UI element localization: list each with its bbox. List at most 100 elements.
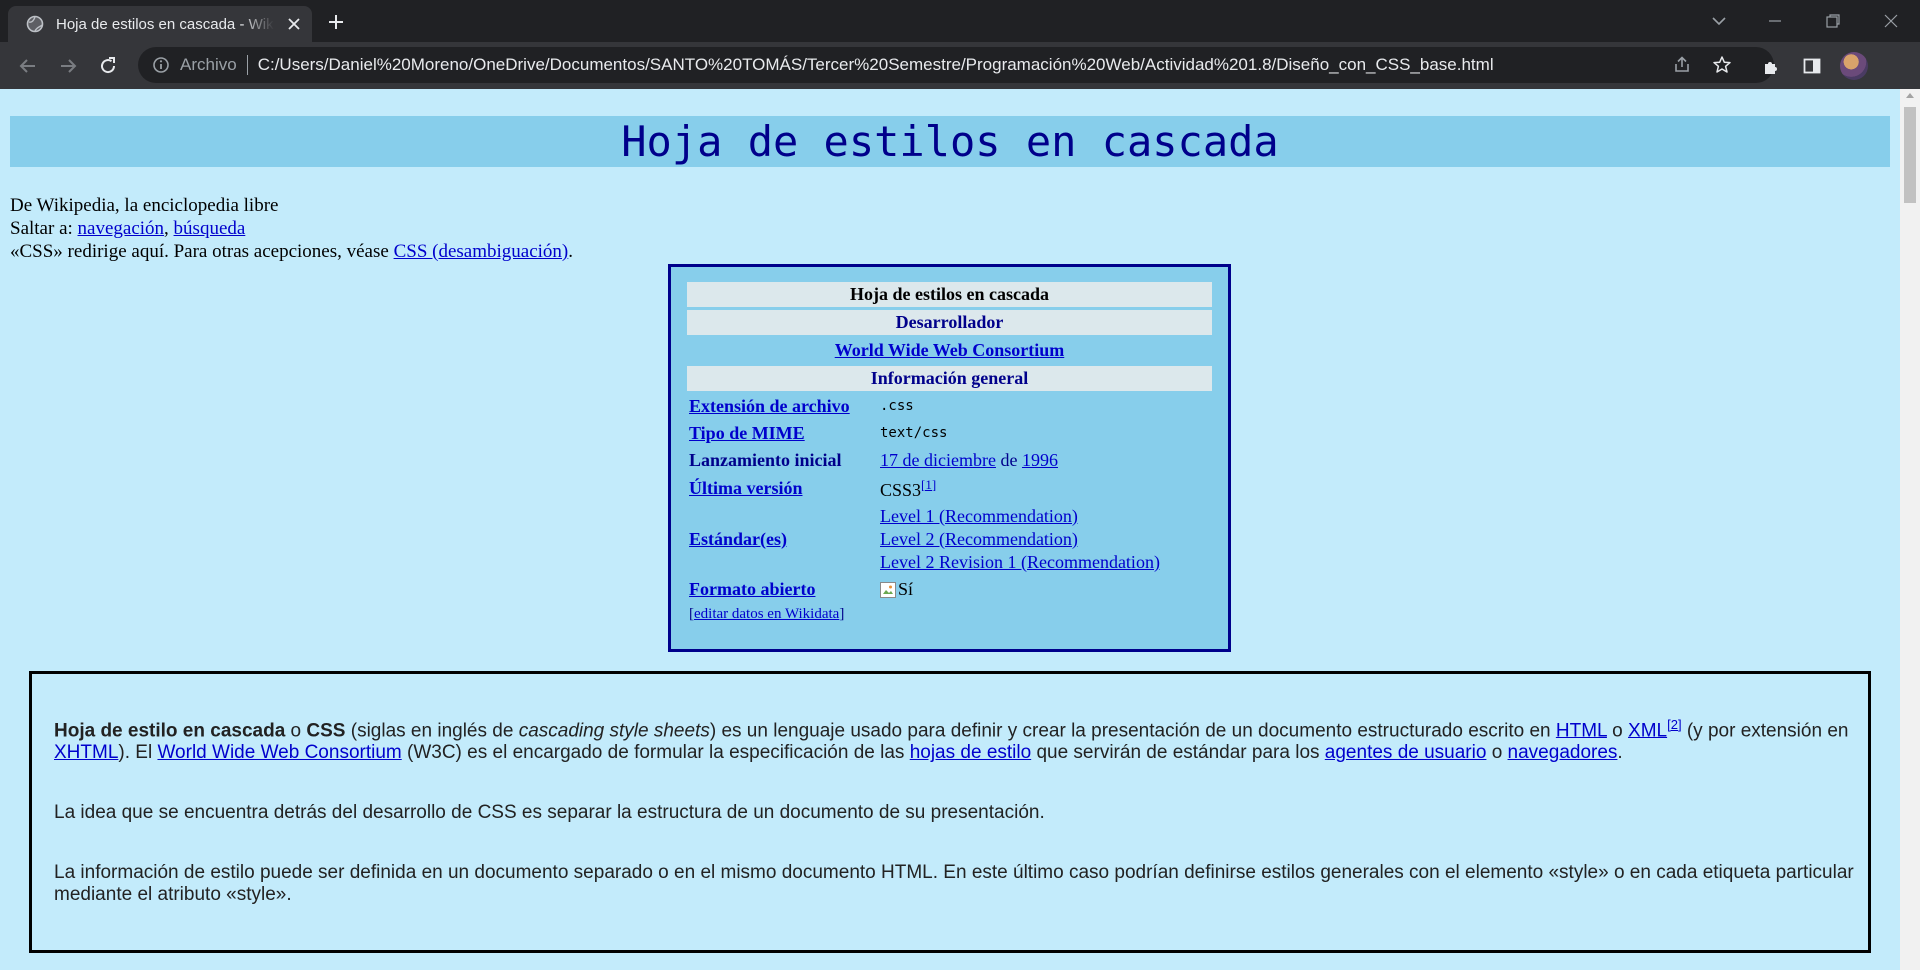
- infobox: Hoja de estilos en cascada Desarrollador…: [668, 264, 1231, 652]
- url-text[interactable]: C:/Users/Daniel%20Moreno/OneDrive/Docume…: [258, 55, 1494, 75]
- open-format-text: Sí: [898, 579, 914, 599]
- page-scrollbar[interactable]: [1900, 89, 1920, 970]
- edit-bracket-close: ]: [839, 606, 845, 622]
- wikidata-edit: [editar datos en Wikidata]: [687, 606, 1212, 623]
- launch-value: 17 de diciembre de 1996: [880, 450, 1058, 471]
- skip-navigation-link[interactable]: navegación: [78, 218, 165, 239]
- intro-source: De Wikipedia, la enciclopedia libre: [10, 195, 279, 216]
- infobox-developer-header: Desarrollador: [687, 310, 1212, 335]
- version-label-link[interactable]: Última versión: [689, 478, 802, 498]
- reload-icon[interactable]: [96, 54, 120, 78]
- skip-separator: ,: [164, 218, 174, 239]
- text-span: o: [285, 720, 307, 742]
- term-italic: cascading style sheets: [518, 720, 710, 742]
- open-format-label-link[interactable]: Formato abierto: [689, 579, 815, 599]
- extension-value: .css: [880, 398, 914, 414]
- launch-de: de: [995, 449, 1022, 470]
- text-span: (W3C) es el encargado de formular la esp…: [401, 742, 910, 764]
- minimize-icon[interactable]: [1764, 10, 1786, 32]
- browser-toolbar: Archivo C:/Users/Daniel%20Moreno/OneDriv…: [0, 42, 1920, 89]
- open-format-value: Sí: [880, 579, 913, 600]
- window-close-icon[interactable]: [1880, 10, 1902, 32]
- info-icon[interactable]: [152, 56, 170, 74]
- stylesheets-link[interactable]: hojas de estilo: [910, 742, 1031, 763]
- intro-block: De Wikipedia, la enciclopedia libre Salt…: [10, 194, 573, 263]
- page-title: Hoja de estilos en cascada: [10, 116, 1890, 167]
- mime-label-link[interactable]: Tipo de MIME: [689, 423, 805, 443]
- scroll-up-arrow-icon[interactable]: [1906, 93, 1914, 98]
- term-bold: Hoja de estilo en cascada: [54, 720, 286, 742]
- developer-link[interactable]: World Wide Web Consortium: [835, 340, 1065, 360]
- xml-link[interactable]: XML: [1628, 720, 1667, 741]
- skip-links: Saltar a: navegación, búsqueda: [10, 217, 573, 240]
- launch-label: Lanzamiento inicial: [689, 449, 842, 470]
- share-icon[interactable]: [1672, 55, 1694, 77]
- redirect-note: «CSS» redirige aquí. Para otras acepcion…: [10, 240, 573, 263]
- css-bold: CSS: [306, 720, 346, 742]
- extensions-icon[interactable]: [1760, 54, 1784, 78]
- back-icon[interactable]: [16, 54, 40, 78]
- chevron-down-icon[interactable]: [1708, 10, 1730, 32]
- url-separator: [246, 55, 248, 75]
- tab-title: Hoja de estilos en cascada - Wikipedia: [56, 15, 274, 33]
- standard-level2-link[interactable]: Level 2 (Recommendation): [880, 529, 1078, 549]
- skip-search-link[interactable]: búsqueda: [174, 218, 246, 239]
- close-icon[interactable]: [286, 16, 302, 32]
- infobox-row-extension: Extensión de archivo .css: [687, 394, 1212, 418]
- infobox-row-standards: Estándar(es) Level 1 (Recommendation) Le…: [687, 505, 1212, 574]
- text-span: (siglas en inglés de: [345, 720, 519, 742]
- browsers-link[interactable]: navegadores: [1508, 742, 1618, 763]
- side-panel-icon[interactable]: [1800, 54, 1824, 78]
- avatar[interactable]: [1840, 52, 1868, 80]
- browser-tab[interactable]: Hoja de estilos en cascada - Wikipedia: [8, 6, 312, 42]
- edit-wikidata-link[interactable]: editar datos en Wikidata: [694, 606, 839, 622]
- infobox-row-open-format: Formato abierto Sí: [687, 577, 1212, 602]
- infobox-general-header: Información general: [687, 366, 1212, 391]
- text-span: .: [1617, 742, 1623, 764]
- launch-year-link[interactable]: 1996: [1022, 450, 1058, 470]
- forward-icon[interactable]: [56, 54, 80, 78]
- infobox-row-version: Última versión CSS3[1]: [687, 475, 1212, 502]
- version-ref-link[interactable]: [1]: [921, 477, 936, 492]
- restore-icon[interactable]: [1822, 10, 1844, 32]
- disambiguation-link[interactable]: CSS (desambiguación): [394, 241, 569, 262]
- globe-icon: [26, 15, 44, 33]
- html-link[interactable]: HTML: [1556, 720, 1607, 741]
- scroll-thumb[interactable]: [1904, 107, 1916, 203]
- standards-list: Level 1 (Recommendation) Level 2 (Recomm…: [880, 505, 1160, 574]
- user-agents-link[interactable]: agentes de usuario: [1325, 742, 1487, 763]
- standard-level1-link[interactable]: Level 1 (Recommendation): [880, 506, 1078, 526]
- text-span: ). El: [118, 742, 158, 764]
- launch-date-link[interactable]: 17 de diciembre: [880, 450, 996, 470]
- text-span: que servirán de estándar para los: [1031, 742, 1325, 764]
- tab-strip: Hoja de estilos en cascada - Wikipedia: [0, 0, 1920, 42]
- xhtml-link[interactable]: XHTML: [54, 742, 118, 763]
- url-scheme: Archivo: [180, 55, 237, 74]
- standard-level2r1-link[interactable]: Level 2 Revision 1 (Recommendation): [880, 552, 1160, 572]
- address-bar[interactable]: Archivo C:/Users/Daniel%20Moreno/OneDriv…: [138, 47, 1774, 83]
- article-paragraph-3: La información de estilo puede ser defin…: [54, 862, 1854, 906]
- redirect-prefix: «CSS» redirige aquí. Para otras acepcion…: [10, 241, 394, 262]
- text-span: ) es un lenguaje usado para definir y cr…: [709, 720, 1556, 742]
- text-span: o: [1486, 742, 1508, 764]
- text-span: (y por extensión en: [1681, 720, 1849, 742]
- version-value: CSS3[1]: [880, 477, 936, 501]
- version-text: CSS3: [880, 479, 922, 500]
- infobox-row-launch: Lanzamiento inicial 17 de diciembre de 1…: [687, 448, 1212, 472]
- article-paragraph-1: Hoja de estilo en cascada o CSS (siglas …: [54, 714, 1862, 764]
- infobox-title: Hoja de estilos en cascada: [687, 282, 1212, 307]
- text-span: o: [1606, 720, 1629, 742]
- redirect-suffix: .: [568, 241, 574, 262]
- infobox-row-mime: Tipo de MIME text/css: [687, 421, 1212, 445]
- article-body: Hoja de estilo en cascada o CSS (siglas …: [29, 671, 1871, 953]
- article-paragraph-2: La idea que se encuentra detrás del desa…: [54, 802, 1045, 824]
- w3c-link[interactable]: World Wide Web Consortium: [157, 742, 401, 763]
- extension-label-link[interactable]: Extensión de archivo: [689, 396, 850, 416]
- star-icon[interactable]: [1712, 55, 1734, 77]
- mime-value: text/css: [880, 425, 948, 441]
- broken-image-icon: [880, 581, 896, 598]
- standards-label-link[interactable]: Estándar(es): [689, 529, 787, 549]
- plus-icon[interactable]: [326, 12, 346, 32]
- ref-2-link[interactable]: [2]: [1667, 717, 1681, 732]
- skip-prefix: Saltar a:: [10, 218, 78, 239]
